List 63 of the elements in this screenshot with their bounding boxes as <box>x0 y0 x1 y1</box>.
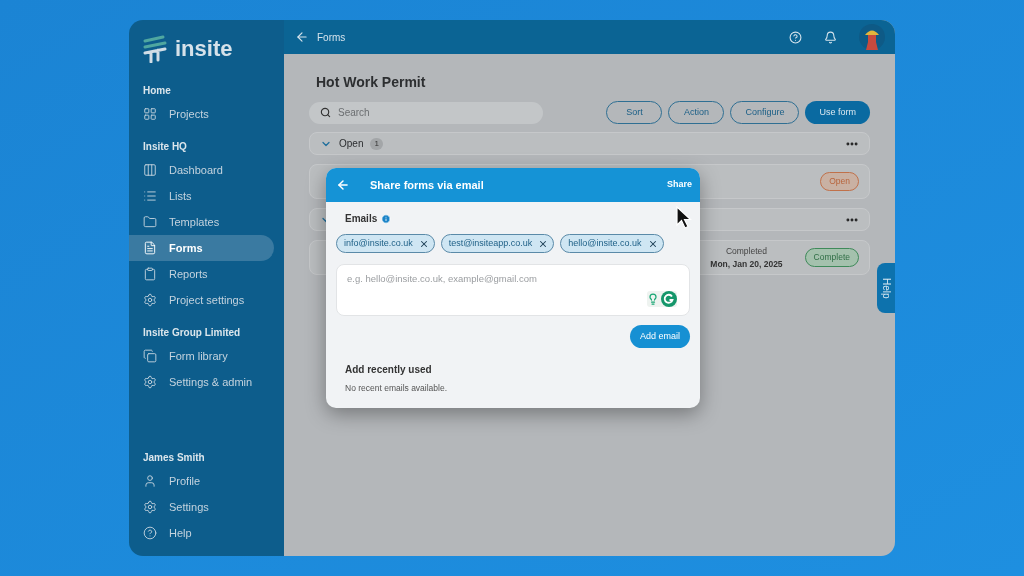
search-icon <box>320 107 331 118</box>
sidebar-item[interactable]: Forms <box>129 235 274 261</box>
emails-label: Emails <box>345 212 378 226</box>
email-chip[interactable]: test@insiteapp.co.uk <box>440 234 555 253</box>
lightbulb-icon <box>647 293 659 305</box>
topbar-title: Forms <box>317 30 346 45</box>
settings-icon <box>143 500 157 514</box>
info-icon[interactable] <box>381 213 392 224</box>
remove-icon[interactable] <box>418 238 429 249</box>
sidebar-item[interactable]: Form library <box>129 343 274 369</box>
list-icon <box>143 189 157 203</box>
date-text: Mon, Jan 20, 2025 <box>710 257 783 271</box>
share-button[interactable]: Share <box>667 178 692 192</box>
section-heading: Home <box>142 83 172 98</box>
recent-empty-text: No recent emails available. <box>344 382 449 395</box>
sidebar-item[interactable]: Help <box>129 520 274 546</box>
sidebar-item[interactable]: Settings & admin <box>129 369 274 395</box>
copy-icon <box>143 349 157 363</box>
settings-icon <box>143 375 157 389</box>
remove-icon[interactable] <box>647 238 658 249</box>
email-chip[interactable]: hello@insite.co.uk <box>560 234 664 253</box>
help-icon[interactable] <box>789 30 802 44</box>
status-text: Completed <box>725 244 767 258</box>
settings-icon <box>143 293 157 307</box>
section-heading: Insite HQ <box>142 139 188 154</box>
status-badge: Open <box>820 172 859 191</box>
document-icon <box>143 241 157 255</box>
email-chip[interactable]: info@insite.co.uk <box>336 234 435 253</box>
user-icon <box>143 474 157 488</box>
help-tab[interactable]: Help <box>877 263 895 313</box>
sidebar-item[interactable]: Reports <box>129 261 274 287</box>
sidebar-item[interactable]: Project settings <box>129 287 274 313</box>
sidebar-item[interactable]: Settings <box>129 494 274 520</box>
dialog-title: Share forms via email <box>370 177 484 193</box>
help-icon <box>143 526 157 540</box>
sidebar-item[interactable]: Lists <box>129 183 274 209</box>
add-email-button[interactable]: Add email <box>629 325 690 348</box>
sidebar-item[interactable]: Profile <box>129 468 274 494</box>
page-title: Hot Work Permit <box>315 73 427 92</box>
back-icon[interactable] <box>295 30 309 44</box>
sidebar-item[interactable]: Projects <box>129 101 274 127</box>
bell-icon[interactable] <box>824 30 837 44</box>
recent-heading: Add recently used <box>344 363 433 377</box>
group-label: Open <box>339 137 364 151</box>
sidebar-item[interactable]: Templates <box>129 209 274 235</box>
sidebar-item[interactable]: Dashboard <box>129 157 274 183</box>
status-badge: Complete <box>804 248 859 267</box>
logo-icon <box>143 34 167 63</box>
remove-icon[interactable] <box>538 238 549 249</box>
cursor-icon <box>676 206 692 230</box>
avatar[interactable] <box>859 24 885 50</box>
primary-button[interactable]: Use form <box>805 101 870 124</box>
folder-icon <box>143 215 157 229</box>
clipboard-icon <box>143 267 157 281</box>
group-header[interactable]: Open 1 <box>309 132 870 155</box>
section-heading: James Smith <box>142 450 206 465</box>
letter-g-icon <box>661 291 677 307</box>
count-badge: 1 <box>370 137 383 150</box>
grid-icon <box>143 107 157 121</box>
section-heading: Insite Group Limited <box>142 325 242 340</box>
back-icon[interactable] <box>336 178 350 192</box>
logo-text: insite <box>175 35 233 63</box>
grammar-widget[interactable] <box>647 291 677 307</box>
